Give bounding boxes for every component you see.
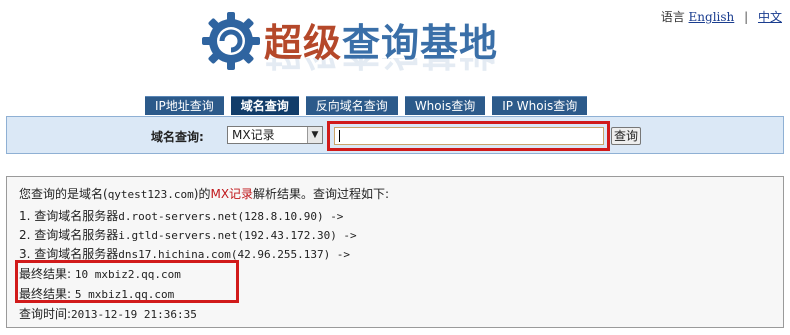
query-button[interactable]: 查询 — [611, 127, 641, 145]
domain-search-input[interactable] — [334, 127, 604, 145]
tab-reverse-domain-query[interactable]: 反向域名查询 — [305, 96, 398, 115]
query-tabs: IP地址查询 域名查询 反向域名查询 Whois查询 IP Whois查询 — [145, 96, 588, 115]
dropdown-arrow-icon[interactable]: ▼ — [307, 127, 322, 143]
queried-domain: qytest123.com — [107, 188, 194, 201]
search-bar: 域名查询: MX记录 ▼ 查询 — [6, 116, 784, 154]
query-step: 1. 查询域名服务器d.root-servers.net(128.8.10.90… — [19, 209, 344, 223]
site-logo: 超级查询基地 超级查询基地 — [200, 6, 500, 90]
results-panel: 您查询的是域名(qytest123.com)的MX记录解析结果。查询过程如下: … — [6, 176, 784, 328]
query-step: 2. 查询域名服务器i.gtld-servers.net(192.43.172.… — [19, 228, 357, 242]
tab-ip-query[interactable]: IP地址查询 — [145, 96, 224, 115]
language-switcher: 语言 English | 中文 — [661, 8, 782, 25]
lang-divider: | — [744, 10, 749, 24]
record-type-highlight: MX记录 — [210, 187, 254, 201]
lang-chinese-link[interactable]: 中文 — [758, 10, 782, 24]
text-caret — [339, 130, 340, 142]
tab-domain-query[interactable]: 域名查询 — [230, 96, 299, 115]
record-type-select[interactable]: MX记录 ▼ — [227, 126, 323, 144]
search-label: 域名查询: — [151, 130, 204, 144]
record-type-value: MX记录 — [232, 128, 275, 142]
gear-logo-icon — [202, 12, 260, 70]
results-intro: 您查询的是域名(qytest123.com)的MX记录解析结果。查询过程如下: — [19, 187, 390, 201]
tab-ip-whois-query[interactable]: IP Whois查询 — [492, 96, 588, 115]
final-results-highlight — [15, 260, 239, 303]
tab-whois-query[interactable]: Whois查询 — [404, 96, 486, 115]
query-time: 查询时间:2013-12-19 21:36:35 — [19, 307, 197, 321]
language-label: 语言 — [660, 10, 685, 24]
lang-english-link[interactable]: English — [689, 10, 735, 24]
search-input-highlight — [327, 121, 610, 151]
logo-reflection: 超级查询基地 — [264, 58, 498, 82]
